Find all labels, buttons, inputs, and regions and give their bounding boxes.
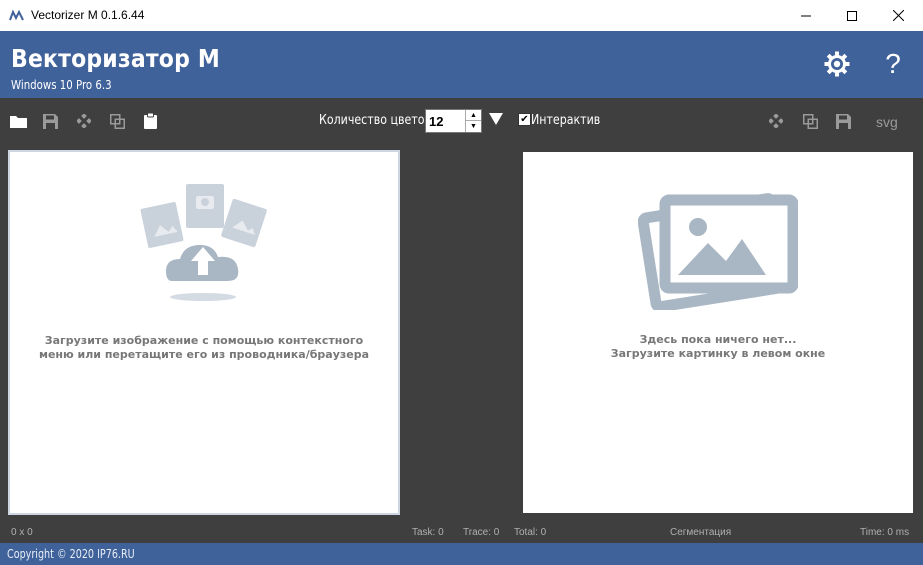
app-logo-icon (9, 9, 24, 21)
app-header: Векторизатор M Windows 10 Pro 6.3 ? (0, 31, 923, 98)
sparkle-icon (769, 114, 783, 128)
image-size-status: 0 x 0 (11, 527, 33, 538)
result-process-button[interactable] (766, 111, 786, 131)
maximize-button[interactable] (829, 0, 875, 31)
result-copy-button[interactable] (800, 111, 820, 131)
minimize-button[interactable] (783, 0, 829, 31)
gear-icon (824, 51, 850, 77)
upload-instructions-line1: Загрузите изображение с помощью контекст… (44, 334, 364, 347)
result-save-button[interactable] (833, 111, 853, 131)
copy-icon (109, 113, 125, 129)
paste-button[interactable] (140, 111, 160, 131)
save-icon (42, 113, 58, 129)
minimize-icon (801, 15, 811, 16)
copy-button[interactable] (107, 111, 127, 131)
interactive-checkbox[interactable]: ✔ (518, 113, 531, 126)
stepper-up-button[interactable]: ▲ (466, 110, 481, 121)
clipboard-icon (143, 113, 157, 129)
copy-icon (802, 113, 818, 129)
stepper-down-button[interactable]: ▼ (466, 121, 481, 132)
upload-image-icon (140, 184, 267, 301)
copyright-text: Copyright © 2020 IP76.RU (7, 547, 135, 561)
help-button[interactable]: ? (876, 47, 910, 81)
empty-result-line2: Загрузите картинку в левом окне (610, 347, 826, 360)
folder-icon (9, 116, 27, 128)
colors-count-stepper[interactable]: 12 ▲ ▼ (425, 109, 482, 133)
stepper-buttons: ▲ ▼ (465, 110, 481, 132)
os-version: Windows 10 Pro 6.3 (11, 78, 112, 92)
colors-dropdown-arrow-icon[interactable] (489, 113, 503, 125)
export-svg-button[interactable]: svg (876, 114, 898, 130)
open-file-button[interactable] (8, 111, 28, 131)
save-source-button[interactable] (40, 111, 60, 131)
save-icon (835, 113, 851, 129)
result-panel[interactable]: Здесь пока ничего нет... Загрузите карти… (523, 152, 913, 513)
upload-instructions: Загрузите изображение с помощью контекст… (10, 334, 398, 362)
task-status: Task: 0 (412, 527, 444, 538)
upload-instructions-line2: меню или перетащите его из проводника/бр… (38, 348, 370, 361)
interactive-label[interactable]: Интерактив (531, 113, 600, 128)
close-button[interactable] (875, 0, 921, 31)
time-status: Time: 0 ms (860, 527, 910, 538)
source-image-panel[interactable]: Загрузите изображение с помощью контекст… (8, 150, 400, 515)
status-bar: 0 x 0 Task: 0 Trace: 0 Total: 0 Сегмента… (0, 522, 923, 543)
app-brand-title: Векторизатор M (11, 44, 220, 73)
total-status: Total: 0 (514, 527, 547, 538)
empty-result-message: Здесь пока ничего нет... Загрузите карти… (523, 333, 913, 361)
toolbar: Количество цветов 12 ▲ ▼ ✔ Интерактив sv… (0, 98, 923, 144)
empty-result-line1: Здесь пока ничего нет... (639, 333, 797, 346)
colors-count-label: Количество цветов (319, 113, 432, 128)
process-button[interactable] (74, 111, 94, 131)
footer: Copyright © 2020 IP76.RU (0, 543, 923, 565)
maximize-icon (847, 10, 857, 21)
stage-status: Сегментация (670, 527, 732, 538)
sparkle-icon (77, 114, 91, 128)
colors-count-value[interactable]: 12 (429, 114, 443, 129)
trace-status: Trace: 0 (463, 527, 500, 538)
title-bar[interactable]: Vectorizer M 0.1.6.44 (0, 0, 923, 31)
close-icon (892, 10, 904, 21)
settings-button[interactable] (820, 47, 854, 81)
image-placeholder-icon (638, 193, 798, 310)
window-title: Vectorizer M 0.1.6.44 (31, 8, 145, 22)
